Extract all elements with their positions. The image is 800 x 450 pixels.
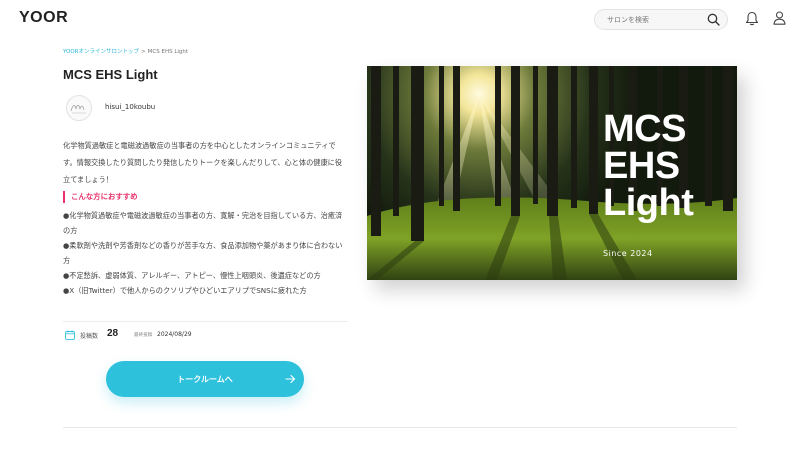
breadcrumb-current: MCS EHS Light <box>147 49 189 55</box>
list-item: ●柔軟剤や洗剤や芳香剤などの香りが苦手な方、食品添加物や薬があまり体に合わない方 <box>63 241 343 265</box>
cover-logo-line: MCS <box>603 108 686 150</box>
owner-name[interactable]: hisui_10koubu <box>105 103 155 111</box>
list-item: ●不定愁訴、虚弱体質、アレルギー、アトピー、慢性上咽頭炎、後遺症などの方 <box>63 271 321 280</box>
site-header: YOOR <box>0 0 800 38</box>
breadcrumb-home-link[interactable]: YOORオンラインサロントップ <box>63 49 139 55</box>
user-icon[interactable] <box>773 11 786 25</box>
list-item: ●X（旧Twitter）で他人からのクソリプやひどいエアリプでSNSに疲れた方 <box>63 286 307 295</box>
site-logo[interactable]: YOOR <box>19 9 68 27</box>
breadcrumb-separator: > <box>141 49 146 55</box>
divider <box>63 427 737 428</box>
latest-post-label: 最終投稿 <box>134 333 153 338</box>
recommend-list: ●化学物質過敏症や電磁波過敏症の当事者の方、寛解・完治を目指している方、治癒済の… <box>63 208 348 298</box>
bell-icon[interactable] <box>745 11 759 26</box>
talk-room-button[interactable]: トークルームへ <box>106 361 304 397</box>
breadcrumb: YOORオンラインサロントップ > MCS EHS Light <box>63 47 188 55</box>
arrow-right-icon <box>285 374 296 384</box>
owner-logo-icon <box>70 104 86 114</box>
search-input[interactable] <box>595 10 705 29</box>
cover-logo-line: EHS <box>603 145 680 187</box>
recommend-heading: こんな方におすすめ <box>63 191 138 203</box>
latest-post-date: 2024/08/29 <box>157 331 192 338</box>
list-item: ●化学物質過敏症や電磁波過敏症の当事者の方、寛解・完治を目指している方、治癒済の… <box>63 211 343 235</box>
calendar-icon <box>65 330 75 340</box>
talk-room-button-label: トークルームへ <box>177 374 233 384</box>
posts-label: 投稿数 <box>80 333 99 340</box>
divider <box>63 321 348 322</box>
search-icon[interactable] <box>707 13 720 26</box>
search-box <box>594 9 728 30</box>
salon-description: 化学物質過敏症と電磁波過敏症の当事者の方を中心としたオンラインコミュニティです。… <box>63 141 343 184</box>
cover-logo-text: MCS EHS Light <box>603 108 694 224</box>
cover-logo-line: Light <box>603 182 694 224</box>
avatar[interactable] <box>66 95 92 121</box>
page-title: MCS EHS Light <box>63 67 158 82</box>
posts-count: 28 <box>107 328 119 339</box>
cover-since-text: Since 2024 <box>603 249 653 258</box>
